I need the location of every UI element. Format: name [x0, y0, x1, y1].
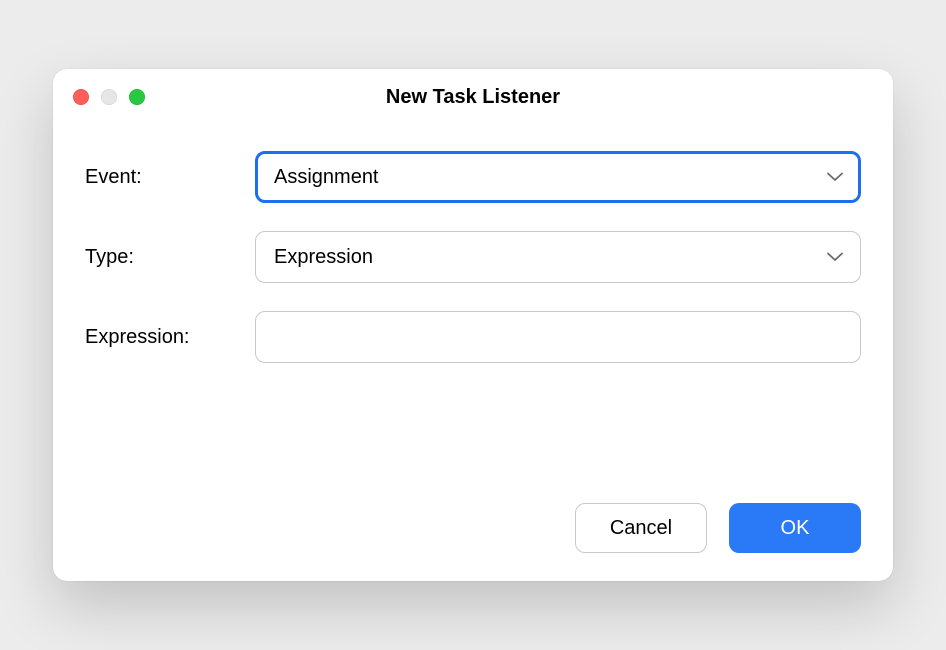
- dialog-title: New Task Listener: [386, 86, 560, 109]
- expression-input[interactable]: [255, 311, 861, 363]
- close-window-button[interactable]: [73, 89, 89, 105]
- zoom-window-button[interactable]: [129, 89, 145, 105]
- window-controls: [73, 89, 145, 105]
- expression-label: Expression:: [85, 326, 255, 349]
- type-row: Type: Expression: [85, 231, 861, 283]
- expression-row: Expression:: [85, 311, 861, 363]
- minimize-window-button[interactable]: [101, 89, 117, 105]
- dialog-window: New Task Listener Event: Assignment Type…: [53, 69, 893, 581]
- type-field-wrap: Expression: [255, 231, 861, 283]
- titlebar: New Task Listener: [53, 69, 893, 125]
- ok-button-label: OK: [781, 517, 810, 540]
- event-label: Event:: [85, 166, 255, 189]
- type-select-value: Expression: [274, 246, 373, 269]
- event-select-value: Assignment: [274, 166, 379, 189]
- dialog-footer: Cancel OK: [53, 391, 893, 581]
- expression-field-wrap: [255, 311, 861, 363]
- cancel-button-label: Cancel: [610, 517, 672, 540]
- type-label: Type:: [85, 246, 255, 269]
- type-select[interactable]: Expression: [255, 231, 861, 283]
- event-row: Event: Assignment: [85, 151, 861, 203]
- event-field-wrap: Assignment: [255, 151, 861, 203]
- dialog-content: Event: Assignment Type: Expression: [53, 125, 893, 363]
- event-select[interactable]: Assignment: [255, 151, 861, 203]
- ok-button[interactable]: OK: [729, 503, 861, 553]
- cancel-button[interactable]: Cancel: [575, 503, 707, 553]
